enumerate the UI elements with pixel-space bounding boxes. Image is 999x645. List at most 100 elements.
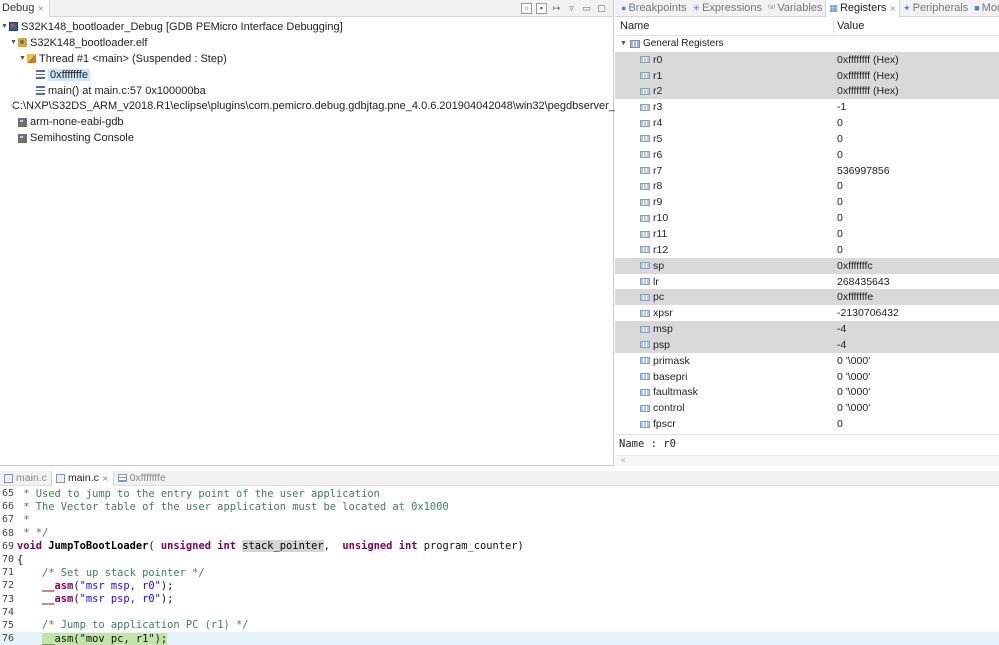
close-icon[interactable]: ⨯ — [37, 4, 44, 13]
register-icon — [640, 404, 650, 412]
code-token: "msr msp, r0" — [79, 579, 161, 592]
register-value[interactable]: 268435643 — [834, 276, 890, 288]
register-value[interactable]: 0xffffffff (Hex) — [834, 70, 899, 82]
register-row[interactable]: xpsr -2130706432 — [615, 305, 999, 321]
register-row[interactable]: control 0 '\000' — [615, 400, 999, 416]
registers-table-header: Name Value — [615, 16, 999, 36]
disconnect-icon[interactable]: ▪ — [536, 2, 547, 14]
register-row[interactable]: r12 0 — [615, 242, 999, 258]
register-value[interactable]: 0 — [834, 196, 843, 208]
register-value[interactable]: 536997856 — [834, 165, 890, 177]
register-row[interactable]: sp 0xfffffffc — [615, 257, 999, 274]
elf-icon — [18, 38, 27, 48]
register-row[interactable]: fpscr 0 — [615, 416, 999, 432]
register-value[interactable]: 0 — [834, 244, 843, 256]
register-row[interactable]: faultmask 0 '\000' — [615, 385, 999, 401]
minimize-icon[interactable]: ▭ — [581, 3, 592, 14]
tab-variables[interactable]: ⁽ˣ⁾ Variables — [765, 0, 825, 17]
register-value[interactable]: 0 '\000' — [834, 386, 870, 398]
chevron-down-icon[interactable]: ▼ — [18, 55, 27, 62]
register-icon — [640, 373, 650, 381]
register-name-cell: psp — [615, 339, 834, 351]
tab-main-c[interactable]: main.c — [0, 471, 51, 486]
code-line: 75 /* Jump to application PC (r1) */ — [0, 619, 999, 632]
register-value[interactable]: 0xfffffffe — [834, 291, 873, 303]
register-row[interactable]: r9 0 — [615, 194, 999, 210]
register-row[interactable]: r8 0 — [615, 179, 999, 195]
register-row[interactable]: lr 268435643 — [615, 274, 999, 290]
register-value[interactable]: -4 — [834, 339, 846, 351]
register-value[interactable]: 0 — [834, 117, 843, 129]
register-row[interactable]: msp -4 — [615, 321, 999, 337]
code-area[interactable]: 65 * Used to jump to the entry point of … — [0, 486, 999, 645]
tab-peripherals[interactable]: ✦ Peripherals — [900, 0, 971, 17]
chevron-down-icon[interactable]: ▼ — [9, 39, 18, 46]
register-value[interactable]: 0 — [834, 418, 843, 430]
tab-modules[interactable]: ■Modules — [971, 0, 999, 17]
tab-main-c[interactable]: main.c ⨯ — [50, 470, 114, 486]
register-row[interactable]: r1 0xffffffff (Hex) — [615, 67, 999, 84]
register-value[interactable]: -4 — [834, 323, 846, 335]
column-header-value[interactable]: Value — [834, 20, 864, 32]
horizontal-scrollbar[interactable]: < — [615, 455, 999, 466]
debug-tree-item[interactable]: ▼ Thread #1 <main> (Suspended : Step) — [0, 51, 613, 67]
register-row[interactable]: psp -4 — [615, 336, 999, 353]
tab-registers[interactable]: ▦ Registers ⨯ — [825, 0, 901, 17]
register-row[interactable]: r10 0 — [615, 210, 999, 226]
register-row[interactable]: pc 0xfffffffe — [615, 289, 999, 306]
register-row[interactable]: r3 -1 — [615, 99, 999, 115]
chevron-down-icon[interactable]: ▼ — [0, 23, 9, 30]
close-icon[interactable]: ⨯ — [102, 474, 109, 483]
step-filters-icon[interactable]: ↦ — [551, 3, 562, 14]
register-value[interactable]: 0 — [834, 149, 843, 161]
view-menu-icon[interactable]: ▿ — [566, 3, 577, 14]
launch-config-icon — [9, 22, 18, 32]
register-row[interactable]: r5 0 — [615, 131, 999, 147]
tab-expressions[interactable]: ✳ Expressions — [690, 0, 765, 17]
column-header-name[interactable]: Name — [615, 16, 834, 36]
debug-tree-item[interactable]: C:\NXP\S32DS_ARM_v2018.R1\eclipse\plugin… — [0, 98, 653, 114]
register-row[interactable]: primask 0 '\000' — [615, 353, 999, 369]
tab-breakpoints[interactable]: ● Breakpoints — [618, 0, 690, 17]
debug-tree-item[interactable]: ▼ S32K148_bootloader.elf — [0, 35, 613, 51]
maximize-icon[interactable]: ▢ — [596, 3, 607, 14]
debug-tree-item[interactable]: Semihosting Console — [0, 130, 613, 146]
debug-tree-item-label: arm-none-eabi-gdb — [30, 116, 124, 129]
register-name-cell: r1 — [615, 70, 834, 82]
debug-tree-item[interactable]: 0xfffffffe — [0, 67, 613, 83]
tab-debug[interactable]: Debug ⨯ — [0, 0, 51, 17]
register-row[interactable]: r11 0 — [615, 226, 999, 242]
code-text: /* Set up stack pointer */ — [17, 567, 205, 579]
registers-icon: ▦ — [829, 2, 838, 13]
register-value[interactable]: 0 '\000' — [834, 371, 870, 383]
register-name-cell: xpsr — [615, 307, 834, 319]
close-icon[interactable]: ⨯ — [889, 4, 896, 13]
register-row[interactable]: r0 0xffffffff (Hex) — [615, 51, 999, 68]
debug-tree-item[interactable]: arm-none-eabi-gdb — [0, 114, 613, 130]
code-token: * */ — [17, 527, 49, 540]
register-row[interactable]: r7 536997856 — [615, 163, 999, 179]
code-token: * — [17, 513, 30, 526]
register-value[interactable]: 0 — [834, 180, 843, 192]
register-row[interactable]: r4 0 — [615, 115, 999, 131]
debug-tree-item[interactable]: ▼ S32K148_bootloader_Debug [GDB PEMicro I… — [0, 19, 613, 35]
register-value[interactable]: 0xfffffffc — [834, 260, 873, 272]
register-value[interactable]: -2130706432 — [834, 307, 899, 319]
register-row[interactable]: r6 0 — [615, 147, 999, 163]
debug-tree-item[interactable]: main() at main.c:57 0x100000ba — [0, 83, 613, 99]
register-value[interactable]: -1 — [834, 101, 846, 113]
register-value[interactable]: 0 '\000' — [834, 355, 870, 367]
collapse-all-icon[interactable]: ▫ — [521, 2, 532, 14]
register-value[interactable]: 0 '\000' — [834, 402, 870, 414]
register-name: r4 — [653, 117, 663, 130]
tab-disassembly[interactable]: 0xfffffffe — [114, 471, 170, 486]
register-value[interactable]: 0xffffffff (Hex) — [834, 85, 899, 97]
register-value[interactable]: 0 — [834, 212, 843, 224]
register-value[interactable]: 0 — [834, 228, 843, 240]
register-value[interactable]: 0 — [834, 133, 843, 145]
register-row[interactable]: basepri 0 '\000' — [615, 369, 999, 385]
chevron-down-icon[interactable]: ▼ — [620, 40, 627, 47]
register-row[interactable]: r2 0xffffffff (Hex) — [615, 83, 999, 100]
register-group-general[interactable]: ▼ General Registers — [615, 36, 999, 52]
register-value[interactable]: 0xffffffff (Hex) — [834, 54, 899, 66]
